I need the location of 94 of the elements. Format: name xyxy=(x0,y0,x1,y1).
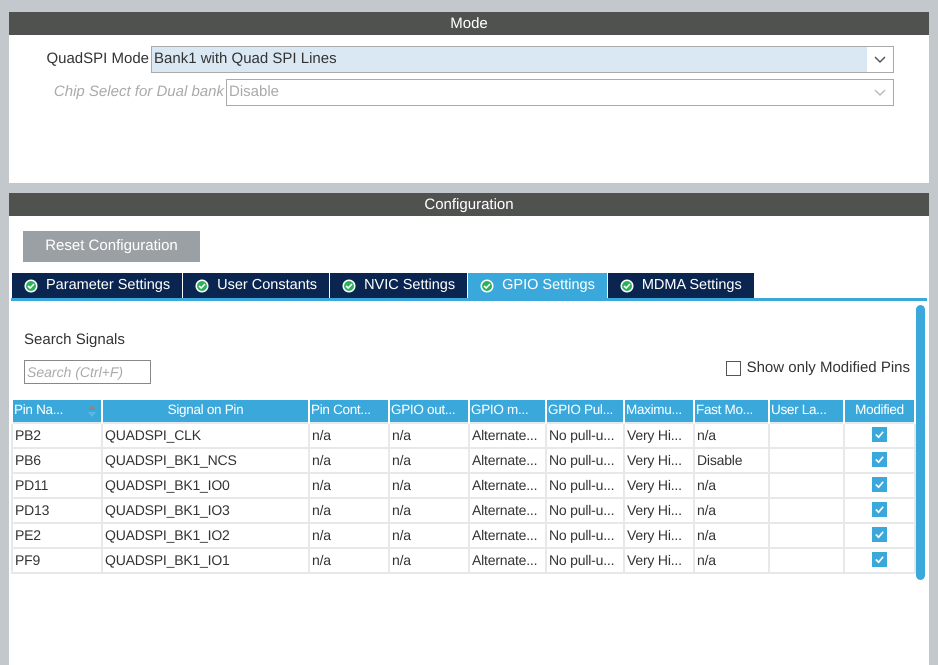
table-cell: Alternate... xyxy=(469,548,546,572)
checkbox[interactable] xyxy=(872,427,887,442)
table-cell: Alternate... xyxy=(469,422,546,448)
table-cell: Very Hi... xyxy=(624,498,694,522)
table-cell: No pull-u... xyxy=(546,422,624,448)
tab[interactable]: MDMA Settings xyxy=(608,273,754,298)
column-header[interactable]: Modified xyxy=(844,400,915,422)
table-cell: No pull-u... xyxy=(546,548,624,572)
table-cell: Very Hi... xyxy=(624,522,694,548)
reset-configuration-button[interactable]: Reset Configuration xyxy=(23,231,200,262)
check-circle-icon xyxy=(480,278,494,292)
checkbox[interactable] xyxy=(872,477,887,492)
table-cell: Disable xyxy=(694,448,769,472)
checkbox-label: Show only Modified Pins xyxy=(746,358,910,378)
checkbox[interactable] xyxy=(872,552,887,568)
table-cell: n/a xyxy=(309,472,389,498)
column-header[interactable]: GPIO Pul... xyxy=(546,400,624,422)
search-label: Search Signals xyxy=(24,330,126,350)
table-cell: Alternate... xyxy=(469,448,546,472)
check-circle-icon xyxy=(24,278,38,292)
column-header[interactable]: Maximu... xyxy=(624,400,694,422)
table-cell: QUADSPI_BK1_NCS xyxy=(102,448,309,472)
table-cell: n/a xyxy=(694,498,769,522)
column-header[interactable]: Pin Cont... xyxy=(309,400,389,422)
table-cell: No pull-u... xyxy=(546,448,624,472)
table-cell: n/a xyxy=(694,472,769,498)
scrollbar[interactable] xyxy=(916,305,925,580)
column-header[interactable]: Signal on Pin xyxy=(102,400,309,422)
tab[interactable]: NVIC Settings xyxy=(330,273,468,298)
checkmark-icon xyxy=(874,454,885,466)
table-cell: n/a xyxy=(309,498,389,522)
table-cell: No pull-u... xyxy=(546,522,624,548)
table-cell: Very Hi... xyxy=(624,548,694,572)
table-cell: QUADSPI_BK1_IO0 xyxy=(102,472,309,498)
sort-icon xyxy=(88,404,96,416)
field-label: Chip Select for Dual bank xyxy=(54,82,224,102)
checkbox[interactable] xyxy=(726,360,741,376)
configuration-header: Configuration xyxy=(9,193,929,216)
table-cell: QUADSPI_CLK xyxy=(102,422,309,448)
column-header[interactable]: Fast Mo... xyxy=(694,400,769,422)
column-header[interactable]: GPIO m... xyxy=(469,400,546,422)
search-field[interactable]: Search (Ctrl+F) xyxy=(24,360,151,384)
checkbox[interactable] xyxy=(872,502,887,518)
table-cell: n/a xyxy=(309,422,389,448)
table-cell: Alternate... xyxy=(469,498,546,522)
tab[interactable]: GPIO Settings xyxy=(468,273,607,298)
table-cell: PF9 xyxy=(12,548,102,572)
table-cell: n/a xyxy=(694,422,769,448)
table-cell: PD13 xyxy=(12,498,102,522)
checkmark-icon xyxy=(874,554,885,566)
table-cell: PD11 xyxy=(12,472,102,498)
table-cell: n/a xyxy=(389,522,469,548)
table-cell: n/a xyxy=(309,548,389,572)
table-cell: n/a xyxy=(389,548,469,572)
check-circle-icon xyxy=(342,278,356,292)
table-cell: Alternate... xyxy=(469,522,546,548)
checkmark-icon xyxy=(874,529,885,540)
column-header[interactable]: Pin Na... xyxy=(12,400,102,422)
checkbox[interactable] xyxy=(872,527,887,542)
check-circle-icon xyxy=(620,278,634,292)
table-cell: n/a xyxy=(389,498,469,522)
table-cell: QUADSPI_BK1_IO3 xyxy=(102,498,309,522)
table-cell: No pull-u... xyxy=(546,472,624,498)
chevron-down-icon xyxy=(874,88,886,96)
table-cell: PB2 xyxy=(12,422,102,448)
checkmark-icon xyxy=(874,504,885,516)
chevron-down-icon xyxy=(874,56,886,64)
table-cell: Very Hi... xyxy=(624,422,694,448)
table-cell: n/a xyxy=(389,422,469,448)
table-cell: Very Hi... xyxy=(624,472,694,498)
table-cell: PB6 xyxy=(12,448,102,472)
column-header[interactable]: User La... xyxy=(769,400,844,422)
check-circle-icon xyxy=(195,278,210,292)
field-label: QuadSPI Mode xyxy=(46,49,149,70)
table-cell: n/a xyxy=(694,548,769,572)
table-cell: No pull-u... xyxy=(546,498,624,522)
tab[interactable]: Parameter Settings xyxy=(12,273,182,298)
column-header[interactable]: GPIO out... xyxy=(389,400,469,422)
checkmark-icon xyxy=(874,479,885,490)
table-cell: n/a xyxy=(309,522,389,548)
table-cell: n/a xyxy=(309,448,389,472)
table-cell: n/a xyxy=(389,472,469,498)
checkmark-icon xyxy=(874,429,885,440)
tab[interactable]: User Constants xyxy=(183,273,330,298)
table-cell: QUADSPI_BK1_IO1 xyxy=(102,548,309,572)
table-cell: PE2 xyxy=(12,522,102,548)
table-cell: QUADSPI_BK1_IO2 xyxy=(102,522,309,548)
table-cell: Very Hi... xyxy=(624,448,694,472)
table-cell: Alternate... xyxy=(469,472,546,498)
table-cell: n/a xyxy=(694,522,769,548)
dropdown[interactable]: Bank1 with Quad SPI Lines xyxy=(151,46,894,73)
table-cell: n/a xyxy=(389,448,469,472)
checkbox[interactable] xyxy=(872,452,887,468)
mode-header: Mode xyxy=(9,12,929,35)
